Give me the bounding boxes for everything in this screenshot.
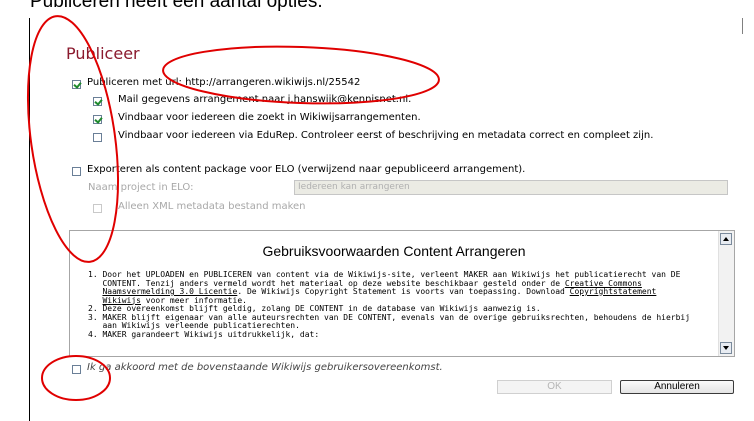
copyright-statement-link[interactable]: Copyrightstatement bbox=[570, 287, 657, 296]
ok-button[interactable]: OK bbox=[497, 380, 612, 394]
wikiwijs-findable-checkbox[interactable] bbox=[93, 115, 102, 124]
project-name-input[interactable]: Iedereen kan arrangeren bbox=[294, 180, 728, 195]
terms-list: 1. Door het UPLOADEN en PUBLICEREN van c… bbox=[88, 270, 718, 339]
export-checkbox[interactable] bbox=[72, 167, 81, 176]
window-border-left bbox=[29, 18, 30, 421]
xml-only-label: Alleen XML metadata bestand maken bbox=[118, 201, 306, 212]
agree-checkbox[interactable] bbox=[72, 365, 81, 374]
cancel-button[interactable]: Annuleren bbox=[620, 380, 734, 394]
dialog-title: Publiceer bbox=[66, 44, 140, 63]
publish-checkbox[interactable] bbox=[72, 80, 81, 89]
edurep-findable-checkbox[interactable] bbox=[93, 133, 102, 142]
scroll-up-arrow-icon[interactable] bbox=[720, 233, 732, 245]
publish-label: Publiceren met url: http://arrangeren.wi… bbox=[87, 77, 361, 88]
edurep-findable-label: Vindbaar voor iedereen via EduRep. Contr… bbox=[118, 130, 654, 141]
terms-item-1-text-2: . De Wikiwijs Copyright Statement is voo… bbox=[237, 287, 570, 296]
mail-label: Mail gegevens arrangement naar j.hanswij… bbox=[118, 94, 412, 105]
export-label: Exporteren als content package voor ELO … bbox=[87, 164, 526, 175]
project-name-label: Naam project in ELO: bbox=[88, 182, 194, 193]
xml-only-checkbox[interactable] bbox=[93, 204, 102, 213]
caption-text: Publiceren heeft een aantal opties. bbox=[30, 0, 323, 12]
agree-label: Ik ga akkoord met de bovenstaande Wikiwi… bbox=[87, 362, 443, 373]
terms-item-4: 4. MAKER garandeert Wikiwijs uitdrukkeli… bbox=[88, 329, 320, 339]
annotation-overlay bbox=[26, 15, 440, 401]
terms-panel[interactable]: Gebruiksvoorwaarden Content Arrangeren 1… bbox=[69, 230, 735, 357]
terms-scrollbar[interactable] bbox=[718, 231, 734, 356]
wikiwijs-findable-label: Vindbaar voor iedereen die zoekt in Wiki… bbox=[118, 112, 421, 123]
terms-heading: Gebruiksvoorwaarden Content Arrangeren bbox=[262, 243, 526, 259]
window-border-right bbox=[742, 18, 743, 34]
mail-checkbox[interactable] bbox=[93, 97, 102, 106]
scroll-down-arrow-icon[interactable] bbox=[720, 342, 732, 354]
